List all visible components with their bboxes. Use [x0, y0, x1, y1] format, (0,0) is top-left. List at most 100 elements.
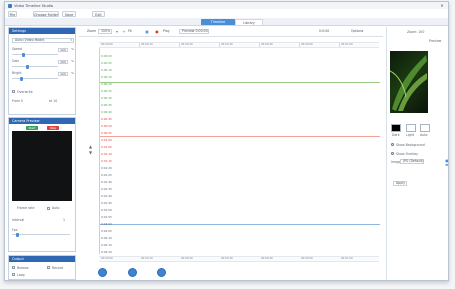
row-label: 0:02:00: [101, 222, 112, 226]
ruler-tick: [259, 43, 260, 47]
swatch-label: Auto: [420, 133, 428, 137]
record-icon[interactable]: ●: [155, 29, 159, 34]
browse-checkbox[interactable]: [12, 266, 15, 269]
speed-field[interactable]: 100: [58, 47, 68, 52]
overwrite-checkbox[interactable]: [12, 90, 15, 93]
track-handle-3[interactable]: [157, 268, 166, 277]
tab-library[interactable]: Library: [235, 19, 263, 25]
record-checkbox[interactable]: [47, 266, 50, 269]
row-label: 0:01:25: [101, 173, 112, 177]
save-button[interactable]: Save: [62, 10, 76, 17]
gain-slider[interactable]: [12, 64, 58, 69]
zoom-in-icon[interactable]: +: [122, 29, 126, 34]
row-label: 0:00:40: [101, 110, 112, 114]
track-handle-1[interactable]: [98, 268, 107, 277]
chevron-down-icon[interactable]: ▾: [115, 29, 119, 34]
row-label: 0:00:30: [101, 96, 112, 100]
row-label: 0:00:20: [101, 82, 112, 86]
app-icon: [8, 3, 12, 8]
row-label: 0:01:30: [101, 180, 112, 184]
auto-checkbox[interactable]: [47, 206, 50, 210]
swatch-light[interactable]: [406, 124, 416, 132]
swatch-label: Dark: [392, 133, 400, 137]
ruler-label: 00:00:20: [181, 257, 193, 261]
stop-button[interactable]: Stop: [47, 126, 59, 130]
arrow-up-icon[interactable]: ▲: [89, 145, 92, 149]
show-background-label: Show Background: [396, 142, 425, 147]
save-icon[interactable]: ▣: [145, 29, 149, 34]
row-label: 0:01:20: [101, 166, 112, 170]
ruler-tick: [339, 43, 340, 47]
browse-label: Browse: [17, 265, 29, 270]
shoulders-icon: ▬: [445, 162, 449, 167]
output-header: Output: [9, 256, 75, 262]
loop-label: Loop: [17, 272, 25, 277]
format-select[interactable]: JPG (Default): [400, 159, 424, 164]
exit-button[interactable]: Exit: [92, 10, 105, 17]
row-label: 0:00:50: [101, 124, 112, 128]
arrow-down-icon[interactable]: ▼: [89, 151, 92, 155]
ruler-bottom: 00:00:00 00:00:10 00:00:20 00:00:30 00:0…: [99, 256, 379, 262]
gain-field[interactable]: 100: [58, 59, 68, 64]
ruler-label: 00:00:00: [101, 257, 113, 261]
row-label: 0:00:45: [101, 117, 112, 121]
gain-slider-thumb[interactable]: [26, 64, 29, 69]
green-marker-line: [100, 82, 380, 83]
fit-label[interactable]: Fit: [128, 29, 132, 34]
options-button[interactable]: Options: [351, 29, 363, 34]
row-label: 0:01:00: [101, 138, 112, 142]
speed-slider[interactable]: [12, 52, 58, 57]
fps-slider-thumb[interactable]: [16, 232, 19, 237]
row-label: 0:01:15: [101, 159, 112, 163]
red-marker-line: [100, 136, 380, 137]
speed-slider-thumb[interactable]: [22, 52, 25, 57]
start-button[interactable]: Start: [26, 126, 38, 130]
row-label: 0:00:15: [101, 75, 112, 79]
settings-header: Settings: [9, 28, 75, 34]
ruler-tick: [299, 43, 300, 47]
leaf-image: [390, 55, 427, 111]
row-label: 0:00:55: [101, 131, 112, 135]
swatch-label: Light: [406, 133, 414, 137]
swatch-dark[interactable]: [391, 124, 401, 132]
tab-timeline[interactable]: Timeline: [201, 19, 235, 25]
choose-folder-button[interactable]: Choose Folder: [33, 10, 59, 17]
swatch-auto[interactable]: [420, 124, 430, 132]
auto-label: Auto: [52, 206, 60, 210]
record-label: Record: [52, 265, 64, 270]
apply-button[interactable]: Apply: [393, 181, 407, 186]
zoom-select[interactable]: 100%: [98, 28, 112, 34]
left-sidebar: Settings Auto (Video Mode) ▾ Speed 100 %…: [8, 27, 76, 280]
close-icon[interactable]: ✕: [439, 3, 445, 8]
row-label: 0:01:40: [101, 194, 112, 198]
row-label: 0:00:25: [101, 89, 112, 93]
app-window: Video Timeline Studio ✕ File Choose Fold…: [4, 1, 449, 281]
track-handle-2[interactable]: [128, 268, 137, 277]
tab-bar: Timeline Library: [5, 18, 448, 26]
preview-label: Preview: [429, 39, 442, 43]
play-label[interactable]: Play: [163, 29, 170, 34]
mode-select[interactable]: Auto (Video Mode) ▾: [12, 38, 74, 43]
gain-label: Gain: [12, 59, 20, 63]
total-time: 0:0:00: [319, 29, 330, 33]
frame-rate-label: Frame rate: [17, 206, 35, 210]
row-label: 0:02:10: [101, 236, 112, 240]
row-label: 0:01:45: [101, 201, 112, 205]
fps-slider[interactable]: [12, 232, 70, 237]
show-background-radio[interactable]: [391, 143, 394, 146]
mode-select-value: Auto (Video Mode): [15, 38, 45, 42]
zoom-label: Zoom: [87, 29, 97, 33]
brightness-slider-thumb[interactable]: [20, 76, 23, 81]
ruler-label: 00:00:20: [181, 43, 193, 47]
speed-label: Speed: [12, 47, 22, 51]
brightness-field[interactable]: 100: [58, 71, 68, 76]
file-button[interactable]: File: [8, 10, 17, 17]
right-sidebar: Zoom: 100 Preview Dark Light Auto Show B…: [386, 27, 449, 280]
loop-checkbox[interactable]: [12, 273, 15, 276]
timeline-tracks[interactable]: [99, 48, 380, 254]
ruler-label: 00:01:00: [341, 43, 353, 47]
show-overlay-radio[interactable]: [391, 152, 394, 155]
brightness-slider[interactable]: [12, 76, 58, 81]
preview-button[interactable]: Preview 0:00:00: [179, 28, 209, 34]
interval-label: Interval: [12, 218, 25, 222]
